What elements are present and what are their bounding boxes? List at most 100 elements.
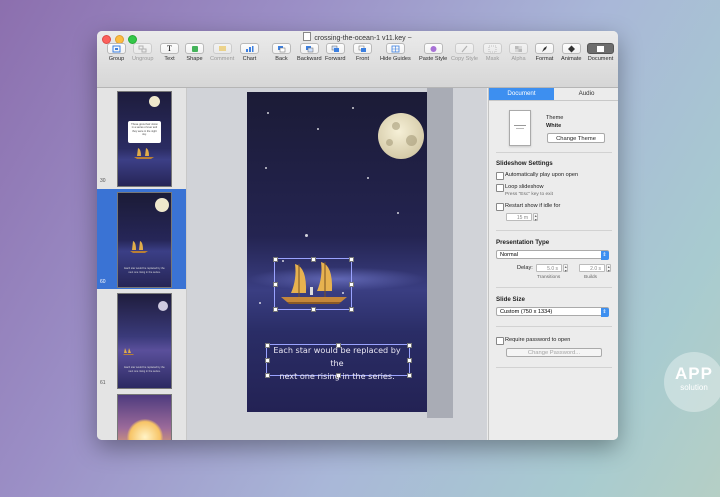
- change-password-button[interactable]: Change Password...: [506, 348, 602, 357]
- keynote-window: crossing-the-ocean-1 v11.key ~ Group Ung…: [97, 31, 618, 440]
- theme-thumbnail[interactable]: [509, 110, 531, 146]
- star: [259, 302, 261, 304]
- sun-shape: [127, 419, 163, 440]
- canoe-shape: [129, 240, 149, 254]
- slide-thumbnail-62[interactable]: [97, 391, 186, 440]
- comment-button[interactable]: Comment: [210, 43, 234, 62]
- group-button[interactable]: Group: [107, 43, 126, 62]
- slide-preview: These grew their vision in a series of e…: [117, 91, 172, 187]
- shape-icon: [191, 45, 198, 52]
- star: [352, 107, 354, 109]
- slide-canvas[interactable]: Each star would be replaced by the next …: [187, 88, 487, 440]
- group-icon: [112, 45, 121, 52]
- chart-icon: [246, 45, 254, 52]
- slideshow-settings-heading: Slideshow Settings: [496, 160, 553, 167]
- require-password-label: Require password to open: [505, 337, 571, 343]
- moon-shape: [155, 198, 169, 212]
- chart-button[interactable]: Chart: [240, 43, 259, 62]
- canoe-selection[interactable]: [273, 257, 354, 312]
- star: [367, 177, 369, 179]
- slide-thumbnail-60[interactable]: Each star would be replaced by the next …: [97, 189, 186, 289]
- restart-idle-checkbox[interactable]: [496, 203, 504, 211]
- presentation-type-heading: Presentation Type: [496, 239, 550, 246]
- presentation-type-select[interactable]: Normal ⇕: [496, 250, 609, 260]
- divider: [496, 152, 612, 153]
- format-button[interactable]: Format: [535, 43, 554, 62]
- idle-minutes-field[interactable]: 15 m: [506, 213, 532, 221]
- transitions-label: Transitions: [537, 275, 561, 280]
- app-solution-watermark: APP solution: [664, 352, 720, 412]
- chevron-updown-icon: ⇕: [600, 250, 609, 260]
- slide-text: Each star would be replaced by the next …: [124, 267, 165, 274]
- auto-play-checkbox[interactable]: [496, 172, 504, 180]
- document-inspector: Document Audio Theme White Change Theme …: [488, 88, 618, 440]
- loop-slideshow-checkbox[interactable]: [496, 184, 504, 192]
- document-inspector-icon: [597, 45, 604, 52]
- animate-button[interactable]: Animate: [561, 43, 582, 62]
- canoe-shape: [281, 262, 347, 304]
- hide-guides-button[interactable]: Hide Guides: [380, 43, 411, 62]
- slide-size-heading: Slide Size: [496, 296, 525, 303]
- tab-audio[interactable]: Audio: [554, 88, 618, 100]
- copy-style-button[interactable]: Copy Style: [451, 43, 478, 62]
- divider: [496, 326, 612, 327]
- slide-preview: Each star would be replaced by the next …: [117, 293, 172, 389]
- star: [397, 212, 399, 214]
- front-button[interactable]: Front: [353, 43, 372, 62]
- slide-thumbnail-61[interactable]: Each star would be replaced by the next …: [97, 290, 186, 390]
- divider: [496, 287, 612, 288]
- slide-caption[interactable]: Each star would be replaced by the next …: [267, 344, 407, 383]
- change-theme-button[interactable]: Change Theme: [547, 133, 605, 143]
- moon-shape[interactable]: [378, 113, 424, 159]
- forward-button[interactable]: Forward: [325, 43, 346, 62]
- comment-icon: [218, 45, 226, 51]
- canvas-overflow-area: [427, 88, 453, 418]
- current-slide[interactable]: Each star would be replaced by the next …: [247, 92, 427, 412]
- slide-preview: [117, 394, 172, 440]
- slide-text: These grew their vision in a series of e…: [128, 121, 161, 143]
- ungroup-button[interactable]: Ungroup: [132, 43, 153, 62]
- mask-button[interactable]: Mask: [483, 43, 502, 62]
- bring-forward-icon: [331, 45, 339, 52]
- divider: [496, 230, 612, 231]
- animate-diamond-icon: [567, 45, 575, 52]
- guides-icon: [391, 45, 400, 52]
- idle-minutes-stepper[interactable]: ▲ ▼: [533, 213, 538, 222]
- slide-text: Each star would be replaced by the next …: [124, 366, 165, 373]
- moon-shape: [158, 301, 168, 311]
- paste-style-button[interactable]: Paste Style: [419, 43, 447, 62]
- restart-idle-label: Restart show if idle for: [505, 203, 561, 209]
- builds-delay-stepper[interactable]: ▲ ▼: [606, 264, 611, 273]
- builds-delay-field[interactable]: 2.0 s: [579, 264, 605, 272]
- text-button[interactable]: T Text: [160, 43, 179, 62]
- auto-play-label: Automatically play upon open: [505, 172, 579, 178]
- delay-label: Delay:: [517, 265, 533, 271]
- tab-document[interactable]: Document: [489, 88, 554, 100]
- back-button[interactable]: Back: [272, 43, 291, 62]
- loop-slideshow-label: Loop slideshow: [505, 184, 544, 190]
- ungroup-icon: [138, 45, 147, 52]
- theme-label: Theme: [546, 115, 564, 121]
- keynote-file-icon: [303, 32, 312, 41]
- transitions-delay-field[interactable]: 5.0 s: [536, 264, 562, 272]
- slide-size-select[interactable]: Custom (750 x 1334) ⇕: [496, 307, 609, 317]
- eyedropper-icon: [461, 45, 468, 52]
- text-icon: T: [167, 44, 172, 53]
- divider: [496, 367, 612, 368]
- format-brush-icon: [542, 45, 547, 52]
- chevron-updown-icon: ⇕: [600, 307, 609, 317]
- alpha-icon: [515, 45, 522, 52]
- theme-name: White: [546, 123, 562, 129]
- document-title: crossing-the-ocean-1 v11.key ~: [97, 32, 618, 42]
- moon-shape: [149, 96, 160, 107]
- transitions-delay-stepper[interactable]: ▲ ▼: [563, 264, 568, 273]
- alpha-button[interactable]: Alpha: [509, 43, 528, 62]
- document-button[interactable]: Document: [587, 43, 614, 62]
- backward-button[interactable]: Backward: [297, 43, 322, 62]
- builds-label: Builds: [584, 275, 598, 280]
- slide-thumbnail-30[interactable]: These grew their vision in a series of e…: [97, 88, 186, 188]
- inspector-tabs: Document Audio: [489, 88, 618, 101]
- slide-preview: Each star would be replaced by the next …: [117, 192, 172, 288]
- require-password-checkbox[interactable]: [496, 337, 504, 345]
- shape-button[interactable]: Shape: [185, 43, 204, 62]
